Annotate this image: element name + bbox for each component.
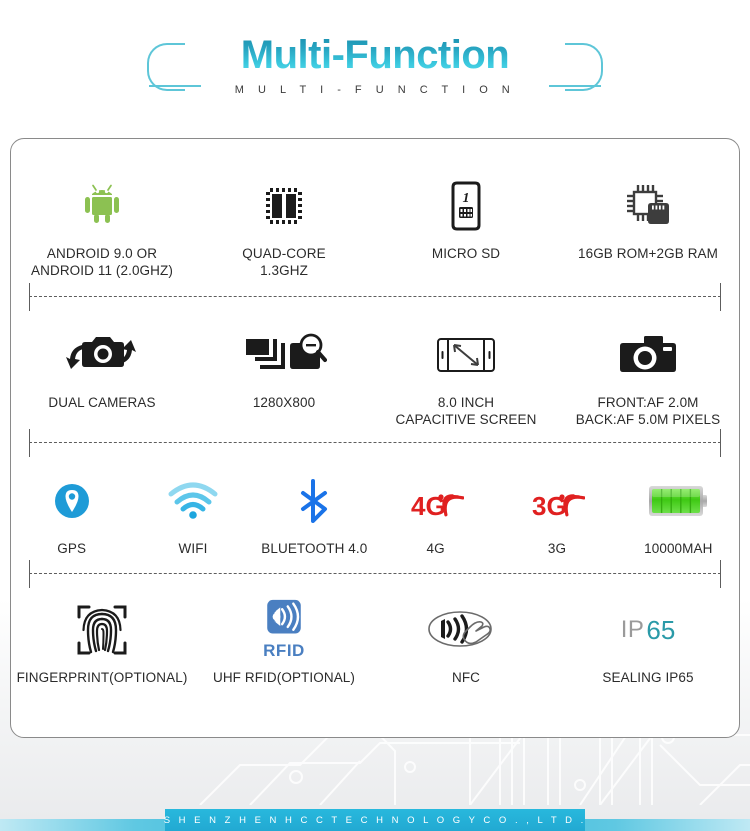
feature-label: WIFI bbox=[178, 541, 208, 557]
feature-row-2: DUAL CAMERAS 1280X800 8.0 INCH CAPACITIV… bbox=[11, 298, 739, 443]
page-subtitle: M U L T I - F U N C T I O N bbox=[234, 83, 516, 96]
camera-icon bbox=[618, 324, 678, 386]
feature-label: 10000MAH bbox=[644, 541, 713, 557]
feature-resolution: 1280X800 bbox=[193, 324, 375, 411]
feature-4g: 4G 4G bbox=[375, 470, 496, 557]
feature-quadcore: QUAD-CORE 1.3GHZ bbox=[193, 175, 375, 280]
rfid-icon-text: RFID bbox=[263, 641, 305, 661]
feature-label: MICRO SD bbox=[431, 246, 501, 261]
feature-bluetooth: BLUETOOTH 4.0 bbox=[254, 470, 375, 557]
feature-battery: 10000MAH bbox=[618, 470, 739, 557]
feature-fingerprint: FINGERPRINT(OPTIONAL) bbox=[11, 599, 193, 686]
micro-sd-card-icon: 1 bbox=[448, 175, 484, 237]
feature-ip65: IP 65 SEALING IP65 bbox=[557, 599, 739, 686]
dual-camera-icon bbox=[65, 324, 139, 386]
page-header: Multi-Function M U L T I - F U N C T I O… bbox=[0, 0, 750, 130]
feature-label: 3G bbox=[547, 541, 567, 557]
footer-banner: S H E N Z H E N H C C T E C H N O L O G … bbox=[163, 809, 587, 831]
battery-icon bbox=[646, 470, 710, 532]
title-block: Multi-Function M U L T I - F U N C T I O… bbox=[147, 32, 603, 96]
feature-label: BLUETOOTH 4.0 bbox=[261, 541, 368, 557]
4g-signal-icon: 4G bbox=[408, 470, 464, 532]
feature-3g: 3G 3G bbox=[496, 470, 617, 557]
page-title: Multi-Function bbox=[240, 32, 510, 77]
fingerprint-icon bbox=[75, 599, 129, 661]
feature-label: 8.0 INCH CAPACITIVE SCREEN bbox=[395, 394, 537, 427]
ip-prefix-text: IP bbox=[620, 616, 645, 644]
feature-label: 4G bbox=[426, 541, 445, 557]
feature-label: NFC bbox=[451, 670, 481, 686]
svg-text:1: 1 bbox=[463, 191, 470, 206]
left-rule-decoration bbox=[149, 84, 201, 87]
cpu-quadcore-icon bbox=[261, 175, 307, 237]
company-name: S H E N Z H E N H C C T E C H N O L O G … bbox=[163, 814, 587, 826]
feature-label: GPS bbox=[57, 541, 87, 557]
rfid-icon: RFID bbox=[261, 599, 307, 661]
feature-label: UHF RFID(OPTIONAL) bbox=[212, 670, 356, 686]
feature-row-3: GPS WIFI BLUETOOTH 4.0 4G 4G 3G 3G 10000… bbox=[11, 444, 739, 573]
feature-row-1: ANDROID 9.0 OR ANDROID 11 (2.0GHZ) QUAD-… bbox=[11, 139, 739, 296]
feature-label: QUAD-CORE 1.3GHZ bbox=[242, 246, 326, 279]
feature-label: SEALING IP65 bbox=[602, 670, 694, 686]
feature-label: FRONT:AF 2.0M BACK:AF 5.0M PIXELS bbox=[575, 394, 721, 427]
feature-dual-cameras: DUAL CAMERAS bbox=[11, 324, 193, 411]
feature-row-4: FINGERPRINT(OPTIONAL) RFID UHF RFID(OPTI… bbox=[11, 575, 739, 700]
feature-label: FINGERPRINT(OPTIONAL) bbox=[16, 670, 188, 686]
feature-gps: GPS bbox=[11, 470, 132, 557]
feature-microsd: 1 MICRO SD bbox=[375, 175, 557, 262]
feature-label: 1280X800 bbox=[252, 394, 316, 410]
image-resolution-icon bbox=[241, 324, 327, 386]
android-icon bbox=[76, 175, 128, 237]
memory-chip-icon bbox=[621, 175, 675, 237]
wifi-icon bbox=[168, 470, 218, 532]
feature-label: 16GB ROM+2GB RAM bbox=[577, 246, 718, 261]
right-rule-decoration bbox=[549, 84, 601, 87]
right-bracket-decoration bbox=[565, 42, 603, 91]
3g-signal-icon: 3G bbox=[529, 470, 585, 532]
feature-label: ANDROID 9.0 OR ANDROID 11 (2.0GHZ) bbox=[31, 246, 173, 279]
features-card: ANDROID 9.0 OR ANDROID 11 (2.0GHZ) QUAD-… bbox=[10, 138, 740, 738]
ip65-rating-icon: IP 65 bbox=[621, 599, 676, 661]
feature-camera-pixels: FRONT:AF 2.0M BACK:AF 5.0M PIXELS bbox=[557, 324, 739, 429]
bluetooth-icon bbox=[294, 470, 334, 532]
feature-screen-size: 8.0 INCH CAPACITIVE SCREEN bbox=[375, 324, 557, 429]
feature-nfc: NFC bbox=[375, 599, 557, 686]
nfc-icon bbox=[426, 599, 506, 661]
ip-number-text: 65 bbox=[646, 614, 676, 645]
gps-pin-icon bbox=[51, 470, 93, 532]
feature-android: ANDROID 9.0 OR ANDROID 11 (2.0GHZ) bbox=[11, 175, 193, 280]
feature-label: DUAL CAMERAS bbox=[48, 394, 156, 410]
feature-wifi: WIFI bbox=[132, 470, 253, 557]
left-bracket-decoration bbox=[147, 42, 185, 91]
feature-rfid: RFID UHF RFID(OPTIONAL) bbox=[193, 599, 375, 686]
page-footer: S H E N Z H E N H C C T E C H N O L O G … bbox=[0, 805, 750, 831]
feature-memory: 16GB ROM+2GB RAM bbox=[557, 175, 739, 262]
screen-size-icon bbox=[434, 324, 498, 386]
